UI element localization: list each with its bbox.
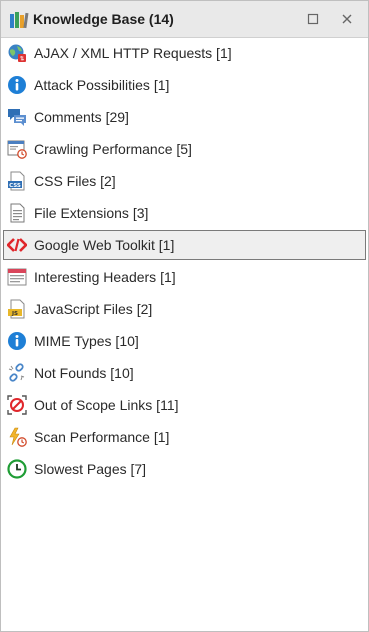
out-of-scope-icon [6, 394, 28, 416]
globe-ajax-icon: ⇅ [6, 42, 28, 64]
document-icon [6, 202, 28, 224]
crawl-performance-icon [6, 138, 28, 160]
list-item-css-files[interactable]: CSS CSS Files [2] [3, 166, 366, 196]
list-item-label: Interesting Headers [1] [34, 269, 176, 285]
css-file-icon: CSS [6, 170, 28, 192]
list-item-label: Scan Performance [1] [34, 429, 170, 445]
svg-text:JS: JS [11, 311, 18, 317]
list-item-label: Attack Possibilities [1] [34, 77, 170, 93]
list-item-not-founds[interactable]: Not Founds [10] [3, 358, 366, 388]
close-button[interactable] [337, 9, 357, 29]
list-item-slowest-pages[interactable]: Slowest Pages [7] [3, 454, 366, 484]
comments-icon [6, 106, 28, 128]
list-item-label: Out of Scope Links [11] [34, 397, 179, 413]
list-item-label: AJAX / XML HTTP Requests [1] [34, 45, 232, 61]
scan-performance-icon [6, 426, 28, 448]
list-item-attack-possibilities[interactable]: Attack Possibilities [1] [3, 70, 366, 100]
list-item-label: Not Founds [10] [34, 365, 134, 381]
headers-icon [6, 266, 28, 288]
clock-icon [6, 458, 28, 480]
js-file-icon: JS [6, 298, 28, 320]
gwt-icon [6, 234, 28, 256]
list-item-interesting-headers[interactable]: Interesting Headers [1] [3, 262, 366, 292]
restore-icon [307, 13, 319, 25]
list-item-label: CSS Files [2] [34, 173, 116, 189]
list-item-out-of-scope-links[interactable]: Out of Scope Links [11] [3, 390, 366, 420]
list-item-file-extensions[interactable]: File Extensions [3] [3, 198, 366, 228]
list-item-label: Slowest Pages [7] [34, 461, 147, 477]
list-item-mime-types[interactable]: MIME Types [10] [3, 326, 366, 356]
list-item-label: File Extensions [3] [34, 205, 149, 221]
list-item-google-web-toolkit[interactable]: Google Web Toolkit [1] [3, 230, 366, 260]
svg-text:CSS: CSS [9, 183, 21, 189]
panel-titlebar: Knowledge Base (14) [1, 1, 368, 38]
list-item-label: Comments [29] [34, 109, 129, 125]
list-item-ajax[interactable]: ⇅ AJAX / XML HTTP Requests [1] [3, 38, 366, 68]
list-item-label: JavaScript Files [2] [34, 301, 153, 317]
knowledge-base-list: ⇅ AJAX / XML HTTP Requests [1] Attack Po… [1, 38, 368, 486]
list-item-label: Google Web Toolkit [1] [34, 237, 175, 253]
info-icon [6, 330, 28, 352]
list-item-javascript-files[interactable]: JS JavaScript Files [2] [3, 294, 366, 324]
list-item-crawling-performance[interactable]: Crawling Performance [5] [3, 134, 366, 164]
svg-text:⇅: ⇅ [19, 56, 24, 63]
knowledge-base-panel: Knowledge Base (14) ⇅ AJAX / XML HTTP Re… [0, 0, 369, 632]
list-item-label: MIME Types [10] [34, 333, 139, 349]
list-item-label: Crawling Performance [5] [34, 141, 192, 157]
list-item-comments[interactable]: Comments [29] [3, 102, 366, 132]
info-icon [6, 74, 28, 96]
books-icon [9, 10, 29, 30]
list-item-scan-performance[interactable]: Scan Performance [1] [3, 422, 366, 452]
broken-link-icon [6, 362, 28, 384]
restore-button[interactable] [303, 9, 323, 29]
close-icon [342, 14, 352, 24]
panel-title: Knowledge Base (14) [33, 11, 174, 27]
